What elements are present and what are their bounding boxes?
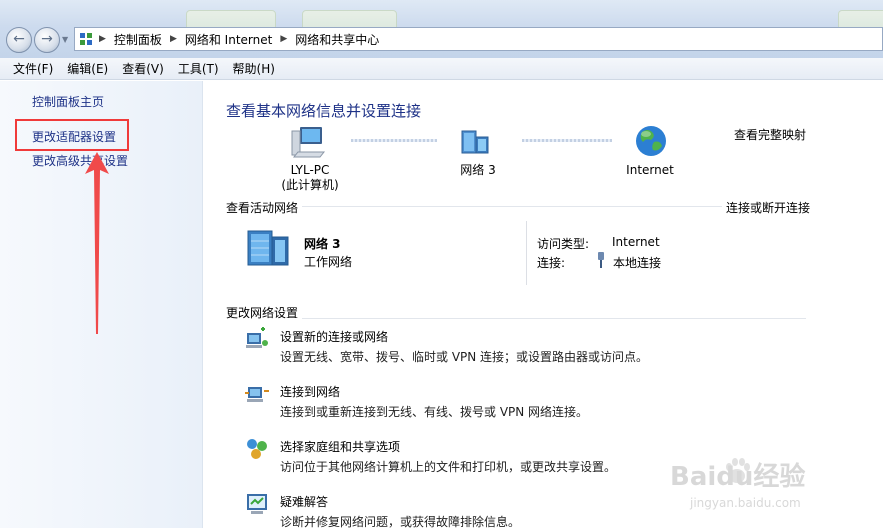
task-homegroup-sharing-desc: 访问位于其他网络计算机上的文件和打印机，或更改共享设置。 <box>280 460 617 474</box>
computer-name-label: LYL-PC <box>290 163 330 177</box>
address-bar[interactable]: ▶ 控制面板 ▶ 网络和 Internet ▶ 网络和共享中心 <box>74 27 883 51</box>
network-icon[interactable] <box>458 127 492 157</box>
section-divider <box>226 318 806 319</box>
troubleshoot-icon <box>247 494 267 514</box>
watermark-url: jingyan.baidu.com <box>690 496 801 510</box>
map-connector-line <box>522 139 612 142</box>
change-settings-heading: 更改网络设置 <box>226 304 303 321</box>
menu-edit[interactable]: 编辑(E) <box>60 60 115 77</box>
chevron-right-icon[interactable]: ▶ <box>170 34 177 44</box>
page-title: 查看基本网络信息并设置连接 <box>226 102 422 120</box>
active-network-name: 网络 3 <box>304 237 341 251</box>
menu-file[interactable]: 文件(F) <box>6 60 60 77</box>
menu-tools[interactable]: 工具(T) <box>171 60 226 77</box>
breadcrumb-control-panel[interactable]: 控制面板 <box>114 31 162 48</box>
control-panel-icon <box>79 32 93 46</box>
forward-arrow-icon: → <box>41 31 53 47</box>
history-dropdown[interactable]: ▼ <box>62 35 68 44</box>
section-divider <box>226 206 806 207</box>
red-arrow-annotation-icon <box>85 152 109 334</box>
connect-network-icon <box>245 387 269 402</box>
homegroup-icon <box>247 439 267 459</box>
connect-disconnect-link[interactable]: 连接或断开连接 <box>722 199 811 216</box>
back-button[interactable]: ← <box>6 27 32 53</box>
ethernet-plug-icon <box>598 252 604 268</box>
chevron-right-icon[interactable]: ▶ <box>280 34 287 44</box>
breadcrumb-network-internet[interactable]: 网络和 Internet <box>185 31 272 48</box>
map-node-internet: Internet <box>626 163 674 177</box>
back-arrow-icon: ← <box>13 31 25 47</box>
navigation-bar: ← → ▼ ▶ 控制面板 ▶ 网络和 Internet ▶ 网络和共享中心 <box>0 24 883 54</box>
connection-label: 连接: <box>537 256 566 270</box>
column-divider <box>526 221 527 285</box>
setup-connection-icon <box>246 327 268 348</box>
map-node-this-computer: LYL-PC (此计算机) <box>270 163 350 193</box>
chevron-down-icon: ▼ <box>62 35 69 44</box>
task-homegroup-sharing-link[interactable]: 选择家庭组和共享选项 <box>280 438 400 455</box>
see-full-map-link[interactable]: 查看完整映射 <box>734 126 806 143</box>
forward-button[interactable]: → <box>34 27 60 53</box>
computer-subtitle-label: (此计算机) <box>281 178 339 192</box>
access-type-label: 访问类型: <box>537 237 590 251</box>
task-connect-network-link[interactable]: 连接到网络 <box>280 383 340 400</box>
network-type-link[interactable]: 工作网络 <box>304 253 352 270</box>
task-setup-connection-desc: 设置无线、宽带、拨号、临时或 VPN 连接；或设置路由器或访问点。 <box>280 350 649 364</box>
computer-icon[interactable] <box>290 125 326 161</box>
local-connection-link[interactable]: 本地连接 <box>613 254 661 271</box>
menu-bar: 文件(F) 编辑(E) 查看(V) 工具(T) 帮助(H) <box>0 58 883 80</box>
map-node-network: 网络 3 <box>460 163 496 177</box>
task-troubleshoot-desc: 诊断并修复网络问题，或获得故障排除信息。 <box>280 515 521 528</box>
task-connect-network-desc: 连接到或重新连接到无线、有线、拨号或 VPN 网络连接。 <box>280 405 589 419</box>
task-setup-connection-link[interactable]: 设置新的连接或网络 <box>280 328 388 345</box>
sidebar-item-control-panel-home[interactable]: 控制面板主页 <box>32 93 104 110</box>
task-troubleshoot-link[interactable]: 疑难解答 <box>280 493 328 510</box>
watermark-brand: Baidu经验 <box>670 462 806 492</box>
chevron-right-icon[interactable]: ▶ <box>99 34 106 44</box>
highlight-annotation-box <box>15 119 129 151</box>
menu-help[interactable]: 帮助(H) <box>226 60 282 77</box>
baidu-watermark: Baidu经验 jingyan.baidu.com <box>670 450 850 520</box>
active-networks-heading: 查看活动网络 <box>226 199 303 216</box>
breadcrumb-network-sharing-center[interactable]: 网络和共享中心 <box>295 31 379 48</box>
internet-globe-icon[interactable] <box>634 124 668 158</box>
sidebar-item-change-advanced-sharing[interactable]: 更改高级共享设置 <box>32 152 128 169</box>
menu-view[interactable]: 查看(V) <box>115 60 171 77</box>
map-connector-line <box>351 139 437 142</box>
access-type-value: Internet <box>612 235 660 249</box>
active-network-icon <box>247 230 289 266</box>
